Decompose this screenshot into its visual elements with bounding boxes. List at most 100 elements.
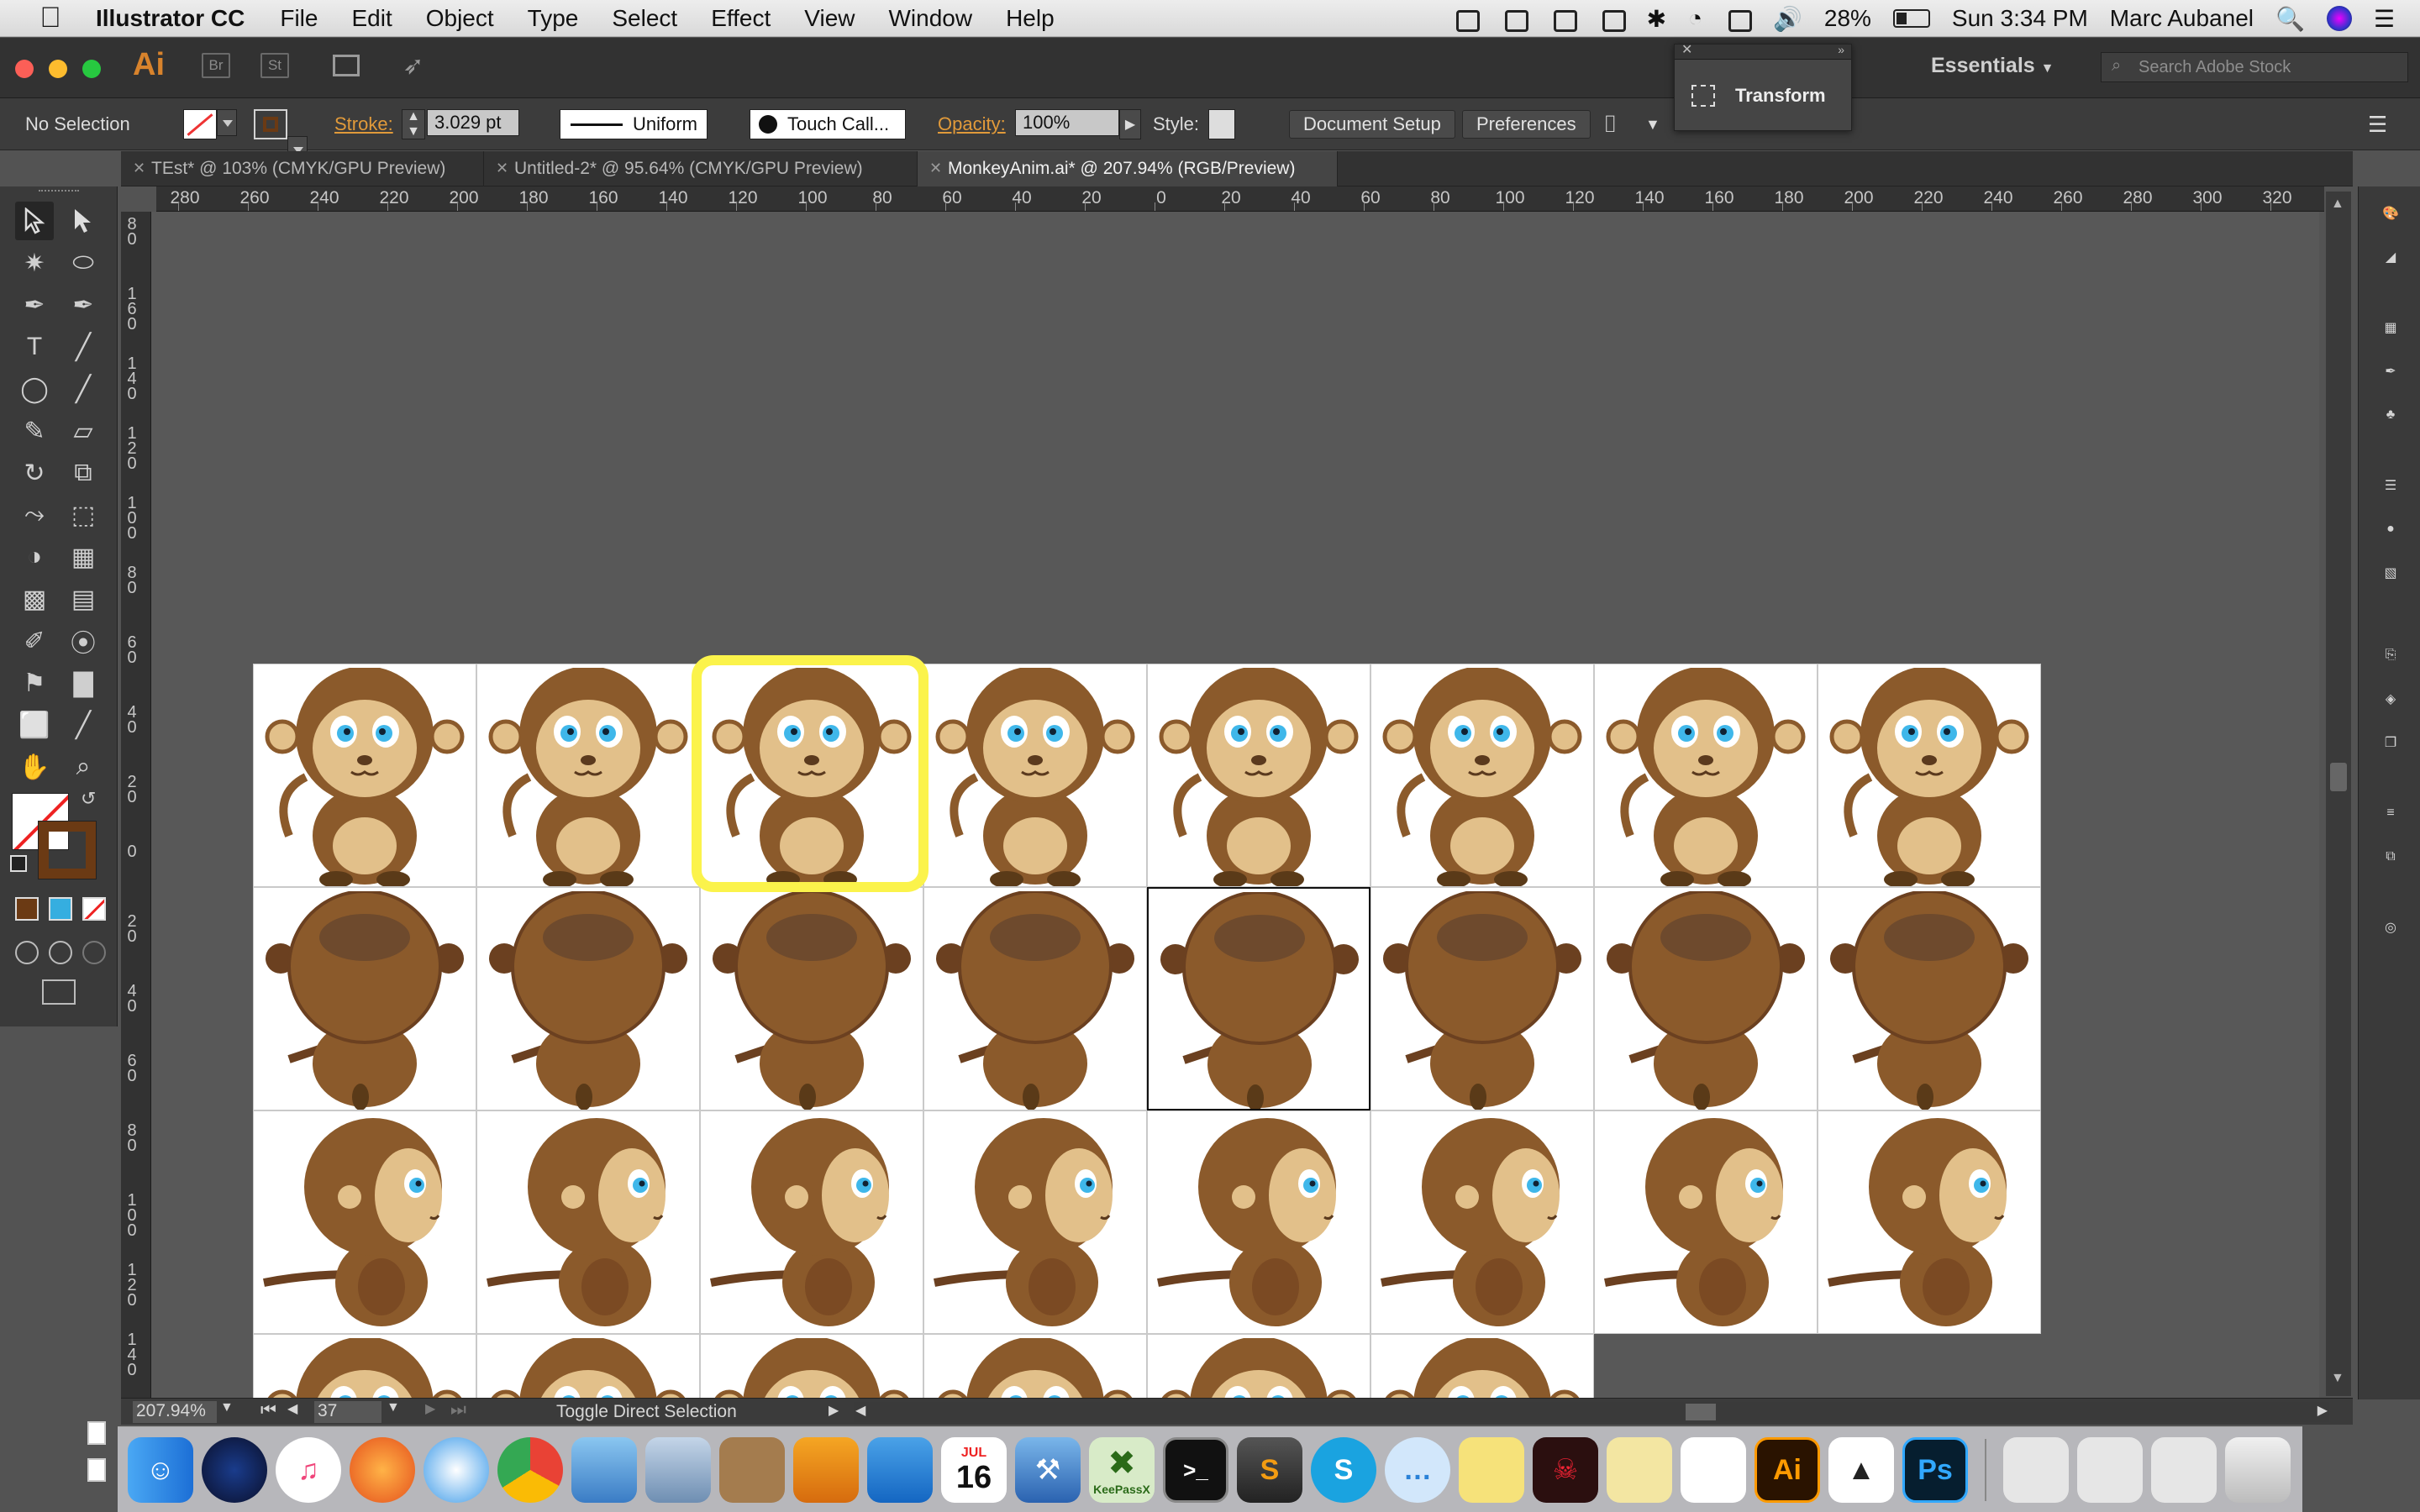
screen-mode-icon[interactable] bbox=[42, 979, 76, 1005]
apple-icon[interactable]:  bbox=[34, 2, 67, 34]
horizontal-scroll-thumb[interactable] bbox=[1686, 1404, 1716, 1420]
free-transform-tool[interactable]: ⬚ bbox=[64, 496, 103, 534]
color-panel-icon[interactable]: 🎨 bbox=[2376, 200, 2405, 227]
notification-center-icon[interactable]: ☰ bbox=[2374, 5, 2395, 33]
finder-icon[interactable]: ☺ bbox=[128, 1437, 193, 1503]
zoom-field[interactable]: 207.94% bbox=[133, 1401, 217, 1423]
downloads-stack-icon[interactable] bbox=[2003, 1437, 2069, 1503]
perspective-grid-tool[interactable]: ▦ bbox=[64, 538, 103, 576]
close-tab-icon[interactable]: ✕ bbox=[496, 160, 508, 177]
mesh-tool[interactable]: ▩ bbox=[15, 580, 54, 618]
safari-icon[interactable] bbox=[424, 1437, 489, 1503]
documents-stack-icon[interactable] bbox=[2077, 1437, 2143, 1503]
collapse-icon[interactable]: » bbox=[1838, 43, 1844, 56]
creative-cloud-icon[interactable] bbox=[1501, 6, 1528, 32]
scroll-down-arrow[interactable]: ▼ bbox=[2331, 1371, 2344, 1386]
sprite-frame-back[interactable] bbox=[1818, 887, 2041, 1110]
time-machine-icon[interactable] bbox=[1598, 6, 1626, 32]
skype-icon[interactable]: S bbox=[1311, 1437, 1376, 1503]
transparency-icon[interactable]: ▧ bbox=[2376, 559, 2405, 586]
itunes-icon[interactable]: ♫ bbox=[276, 1437, 341, 1503]
terminal-icon[interactable]: >_ bbox=[1163, 1437, 1228, 1503]
panel-header[interactable]: ✕ » bbox=[1675, 43, 1851, 60]
sprite-frame-side[interactable] bbox=[476, 1110, 700, 1334]
navigation-app-icon[interactable]: ▲ bbox=[1828, 1437, 1894, 1503]
draw-inside-icon[interactable] bbox=[82, 941, 106, 964]
draw-normal-icon[interactable] bbox=[15, 941, 39, 964]
keepassx-icon[interactable]: ✖ KeePassX bbox=[1089, 1437, 1155, 1503]
sprite-frame-front[interactable] bbox=[1818, 664, 2041, 887]
lasso-tool[interactable]: ⬭ bbox=[64, 244, 103, 282]
ellipse-tool[interactable]: ◯ bbox=[15, 370, 54, 408]
align-icon[interactable]: ⌷ bbox=[1603, 109, 1618, 139]
wifi-icon[interactable]: ◔ bbox=[1688, 5, 1702, 32]
sprite-frame-front-partial[interactable] bbox=[700, 1334, 923, 1398]
battery-percent[interactable]: 28% bbox=[1824, 5, 1871, 32]
zoom-window-button[interactable] bbox=[82, 60, 101, 78]
menu-view[interactable]: View bbox=[804, 5, 855, 32]
sprite-frame-side[interactable] bbox=[253, 1110, 476, 1334]
user-name[interactable]: Marc Aubanel bbox=[2110, 5, 2254, 32]
stock-search-input[interactable]: ⌕ Search Adobe Stock bbox=[2101, 52, 2408, 82]
sprite-frame-front-partial[interactable] bbox=[1147, 1334, 1370, 1398]
photoshop-dock-icon[interactable]: Ps bbox=[1902, 1437, 1968, 1503]
swatches-icon[interactable]: ▦ bbox=[2376, 314, 2405, 341]
swap-colors-icon[interactable]: ↺ bbox=[81, 788, 96, 810]
acrobat-icon[interactable]: ☠ bbox=[1533, 1437, 1598, 1503]
brush-definition[interactable]: Touch Call... bbox=[750, 109, 906, 139]
minimize-window-button[interactable] bbox=[49, 60, 67, 78]
symbols-icon[interactable]: ♣ bbox=[2376, 402, 2405, 428]
sprite-frame-front-partial[interactable] bbox=[1370, 1334, 1594, 1398]
sprite-frame-front-partial[interactable] bbox=[923, 1334, 1147, 1398]
pathfinder-icon[interactable]: ⧉ bbox=[2376, 843, 2405, 870]
horizontal-ruler[interactable]: 280 260 240 220 200 180 160 140 120 100 80 60 40 20 0 2… bbox=[156, 186, 2324, 212]
menu-object[interactable]: Object bbox=[426, 5, 494, 32]
brushes-icon[interactable]: ✒ bbox=[2376, 358, 2405, 385]
spotlight-icon[interactable]: 🔍 bbox=[2275, 5, 2305, 33]
menu-select[interactable]: Select bbox=[612, 5, 677, 32]
scale-tool[interactable]: ⧉ bbox=[64, 454, 103, 492]
tab-test[interactable]: ✕ TEst* @ 103% (CMYK/GPU Preview) bbox=[121, 151, 484, 186]
fill-dropdown[interactable] bbox=[217, 109, 237, 136]
window-icon[interactable] bbox=[1549, 6, 1577, 32]
stroke-stepper[interactable]: ▲ ▼ bbox=[402, 109, 425, 139]
gradient-panel-icon[interactable]: ● bbox=[2376, 516, 2405, 543]
sprite-frame-side[interactable] bbox=[1594, 1110, 1818, 1334]
trash-icon[interactable] bbox=[2225, 1437, 2291, 1503]
notes-icon[interactable] bbox=[1607, 1437, 1672, 1503]
pen-tool[interactable]: ✒ bbox=[15, 286, 54, 324]
none-mode-button[interactable] bbox=[82, 897, 106, 921]
last-artboard-button[interactable]: ⏭ bbox=[450, 1400, 466, 1420]
sprite-frame-front[interactable] bbox=[923, 664, 1147, 887]
sprite-frame-back[interactable] bbox=[923, 887, 1147, 1110]
color-mode-button[interactable] bbox=[15, 897, 39, 921]
opacity-arrow-icon[interactable]: ▶ bbox=[1119, 109, 1141, 139]
dropbox-icon[interactable] bbox=[1452, 6, 1480, 32]
preview-icon[interactable] bbox=[571, 1437, 637, 1503]
sprite-frame-front[interactable] bbox=[1147, 664, 1370, 887]
close-window-button[interactable] bbox=[15, 60, 34, 78]
shape-builder-tool[interactable]: ◑ bbox=[15, 538, 54, 576]
vertical-ruler[interactable]: 80 160 140 120 100 80 60 40 20 0 20 40 60 80 100 120 140 bbox=[121, 212, 151, 1398]
sprite-frame-front[interactable] bbox=[1594, 664, 1818, 887]
sprite-frame-front-partial[interactable] bbox=[476, 1334, 700, 1398]
artboard-number-field[interactable]: 37 bbox=[314, 1401, 381, 1423]
contacts-icon[interactable] bbox=[719, 1437, 785, 1503]
paintbrush-tool[interactable]: ╱ bbox=[64, 370, 103, 408]
calendar-icon[interactable]: JUL 16 bbox=[941, 1437, 1007, 1503]
sprite-frame-side[interactable] bbox=[1370, 1110, 1594, 1334]
sprite-frame-front-partial[interactable] bbox=[253, 1334, 476, 1398]
sprite-frame-back[interactable] bbox=[476, 887, 700, 1110]
stickies-icon[interactable] bbox=[1459, 1437, 1524, 1503]
gpu-performance-icon[interactable]: ➶ bbox=[398, 52, 429, 80]
menu-file[interactable]: File bbox=[280, 5, 318, 32]
default-colors-icon[interactable] bbox=[10, 855, 27, 872]
xcode-icon[interactable]: ⚒ bbox=[1015, 1437, 1081, 1503]
toolbar-grip[interactable] bbox=[39, 190, 79, 197]
bridge-button[interactable]: Br bbox=[202, 53, 230, 78]
illustrator-dock-icon[interactable]: Ai bbox=[1754, 1437, 1820, 1503]
line-tool[interactable]: ╱ bbox=[64, 328, 103, 366]
siri-icon[interactable] bbox=[202, 1437, 267, 1503]
status-menu-arrow[interactable]: ▶ bbox=[829, 1402, 839, 1419]
reminders-icon[interactable] bbox=[1681, 1437, 1746, 1503]
